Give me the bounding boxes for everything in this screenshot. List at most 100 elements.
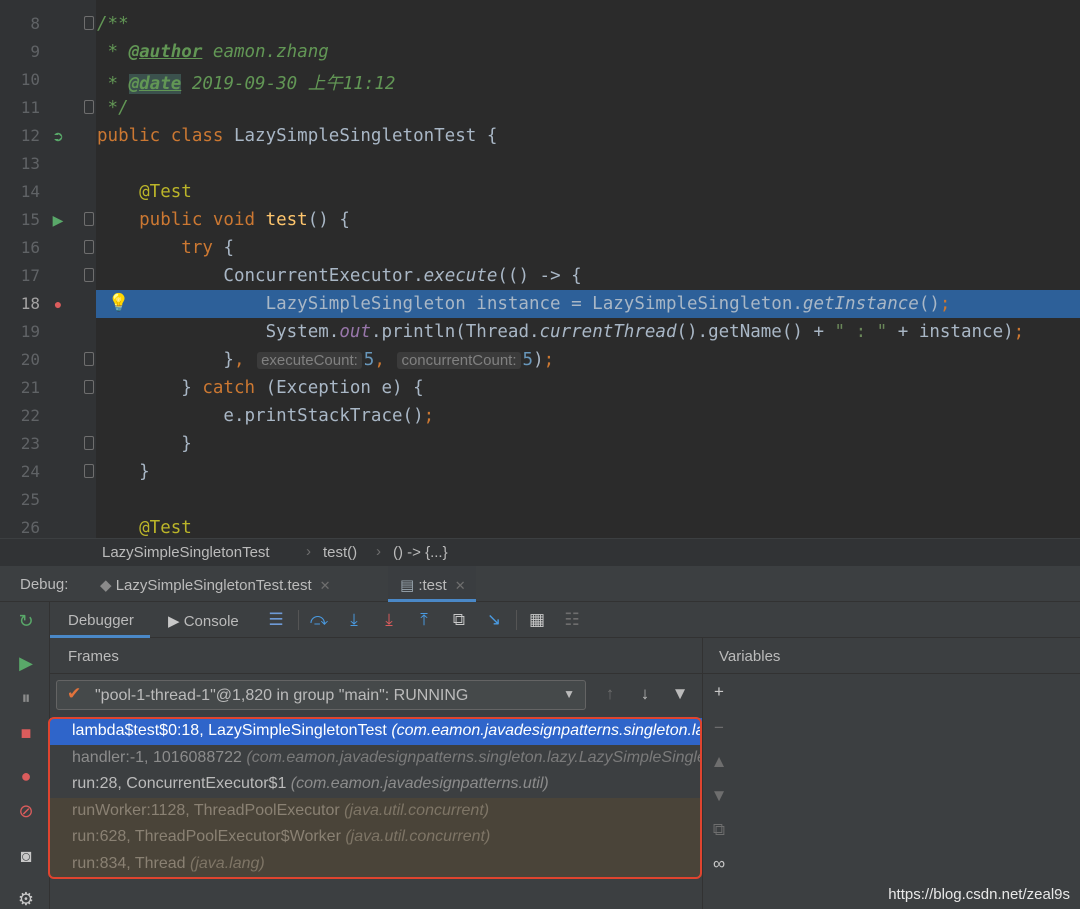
stack-frame[interactable]: run:628, ThreadPoolExecutor$Worker (java…: [50, 824, 702, 851]
move-down-icon[interactable]: ▼: [709, 786, 729, 806]
add-watch-icon[interactable]: +: [709, 682, 729, 702]
step-over-icon[interactable]: ⤼: [308, 609, 330, 631]
code-line[interactable]: 14 @Test: [0, 178, 1080, 206]
tab-label: LazySimpleSingletonTest.test: [115, 577, 312, 594]
line-number: 21: [20, 378, 40, 397]
step-into-icon[interactable]: ⤓: [343, 609, 365, 631]
line-number: 13: [20, 154, 40, 173]
stack-frame[interactable]: runWorker:1128, ThreadPoolExecutor (java…: [50, 797, 702, 824]
code-line[interactable]: 8 /**: [0, 10, 1080, 38]
force-step-into-icon[interactable]: ⤓: [378, 609, 400, 631]
line-number: 22: [20, 406, 40, 425]
close-icon[interactable]: ✕: [455, 578, 466, 593]
tab-test[interactable]: ▤ :test ✕: [388, 566, 476, 602]
move-up-icon[interactable]: ▲: [709, 752, 729, 772]
fold-marker-icon[interactable]: [84, 240, 94, 254]
rerun-icon[interactable]: ↻: [15, 610, 37, 632]
camera-icon[interactable]: ◙: [15, 845, 37, 867]
arrow-down-icon[interactable]: ↓: [635, 684, 655, 704]
breadcrumb-item-lambda[interactable]: () -> {...}: [393, 544, 448, 561]
frame-location: (java.lang): [190, 854, 265, 872]
fold-marker-icon[interactable]: [84, 16, 94, 30]
fold-marker-icon[interactable]: [84, 352, 94, 366]
code-text: public class LazySimpleSingletonTest {: [97, 126, 498, 146]
line-number: 14: [20, 182, 40, 201]
trace-icon[interactable]: ☷: [561, 609, 583, 631]
tab-debugger[interactable]: Debugger: [50, 602, 150, 638]
run-test-class-icon[interactable]: ➲: [50, 128, 66, 144]
code-text: }: [97, 434, 192, 454]
code-text: System.out.println(Thread.currentThread(…: [97, 322, 1025, 342]
drop-frame-icon[interactable]: ⧉: [448, 609, 470, 631]
remove-watch-icon[interactable]: −: [709, 718, 729, 738]
fold-marker-icon[interactable]: [84, 100, 94, 114]
evaluate-expression-icon[interactable]: ▦: [526, 609, 548, 631]
mute-breakpoints-icon[interactable]: ⊘: [15, 800, 37, 822]
gear-icon[interactable]: ⚙: [15, 888, 37, 909]
run-to-cursor-icon[interactable]: ↘: [483, 609, 505, 631]
code-line[interactable]: 25: [0, 486, 1080, 514]
code-line[interactable]: 23 }: [0, 430, 1080, 458]
pause-icon[interactable]: ⏸: [15, 687, 37, 709]
tab-lazysimplesingletontest[interactable]: ◆ LazySimpleSingletonTest.test ✕: [100, 566, 339, 602]
code-line[interactable]: 19 System.out.println(Thread.currentThre…: [0, 318, 1080, 346]
fold-marker-icon[interactable]: [84, 380, 94, 394]
code-line[interactable]: 16 try {: [0, 234, 1080, 262]
arrow-up-icon[interactable]: ↑: [600, 684, 620, 704]
code-line[interactable]: 10 * @date 2019-09-30 上午11:12: [0, 66, 1080, 94]
stack-frame[interactable]: run:834, Thread (java.lang): [50, 850, 702, 877]
code-editor[interactable]: 8 /** 9 * @author eamon.zhang 10 * @date…: [0, 0, 1080, 540]
variables-title: Variables: [719, 648, 781, 665]
breadcrumb-item-method[interactable]: test(): [323, 544, 357, 561]
run-test-icon[interactable]: ▶: [50, 212, 66, 228]
code-line[interactable]: 12 ➲ public class LazySimpleSingletonTes…: [0, 122, 1080, 150]
stack-frame[interactable]: lambda$test$0:18, LazySimpleSingletonTes…: [50, 718, 702, 745]
gradle-icon: ▤: [400, 577, 419, 594]
line-number: 26: [20, 518, 40, 537]
fold-marker-icon[interactable]: [84, 464, 94, 478]
close-icon[interactable]: ✕: [320, 578, 331, 593]
code-line[interactable]: 24 }: [0, 458, 1080, 486]
line-number: 17: [20, 266, 40, 285]
code-line[interactable]: 17 ConcurrentExecutor.execute(() -> {: [0, 262, 1080, 290]
code-line[interactable]: 9 * @author eamon.zhang: [0, 38, 1080, 66]
frames-header: Frames: [50, 638, 702, 674]
line-number: 25: [20, 490, 40, 509]
line-number: 11: [20, 98, 40, 117]
code-text: @Test: [97, 518, 192, 538]
tab-console[interactable]: ▶ Console: [168, 602, 239, 638]
code-line[interactable]: 15 ▶ public void test() {: [0, 206, 1080, 234]
stack-frame[interactable]: handler:-1, 1016088722 (com.eamon.javade…: [50, 744, 702, 771]
copy-icon[interactable]: ⧉: [709, 820, 729, 840]
code-line[interactable]: 22 e.printStackTrace();: [0, 402, 1080, 430]
glasses-icon[interactable]: ∞: [709, 854, 729, 874]
code-text: ConcurrentExecutor.execute(() -> {: [97, 266, 582, 286]
view-breakpoints-icon[interactable]: ●: [15, 765, 37, 787]
fold-marker-icon[interactable]: [84, 212, 94, 226]
frame-method: run:28, ConcurrentExecutor$1: [72, 775, 291, 792]
code-line[interactable]: 21 } catch (Exception e) {: [0, 374, 1080, 402]
menu-icon[interactable]: ☰: [265, 609, 287, 631]
breadcrumb-item-class[interactable]: LazySimpleSingletonTest: [102, 544, 270, 561]
variables-panel: [734, 674, 1080, 909]
stack-frame[interactable]: run:28, ConcurrentExecutor$1 (com.eamon.…: [50, 771, 702, 798]
filter-icon[interactable]: ▼: [670, 684, 690, 704]
current-execution-line[interactable]: 18 ● 💡 LazySimpleSingleton instance = La…: [0, 290, 1080, 318]
code-text: * @date 2019-09-30 上午11:12: [97, 74, 396, 94]
variables-toolbar: + − ▲ ▼ ⧉ ∞: [702, 674, 734, 909]
toolbar-divider: [516, 610, 517, 630]
stop-icon[interactable]: ■: [15, 722, 37, 744]
code-line[interactable]: 11 */: [0, 94, 1080, 122]
thread-dropdown[interactable]: ✔ "pool-1-thread-1"@1,820 in group "main…: [56, 680, 586, 710]
frame-method: runWorker:1128, ThreadPoolExecutor: [72, 801, 345, 819]
step-out-icon[interactable]: ⤒: [413, 609, 435, 631]
watermark: https://blog.csdn.net/zeal9s: [888, 886, 1070, 903]
fold-marker-icon[interactable]: [84, 436, 94, 450]
breakpoint-icon[interactable]: ●: [50, 296, 66, 312]
resume-icon[interactable]: ▶: [15, 652, 37, 674]
code-line[interactable]: 13: [0, 150, 1080, 178]
code-line[interactable]: 20 }, executeCount: 5, concurrentCount: 5)…: [0, 346, 1080, 374]
line-number: 19: [20, 322, 40, 341]
fold-marker-icon[interactable]: [84, 268, 94, 282]
code-text: @Test: [97, 182, 192, 202]
